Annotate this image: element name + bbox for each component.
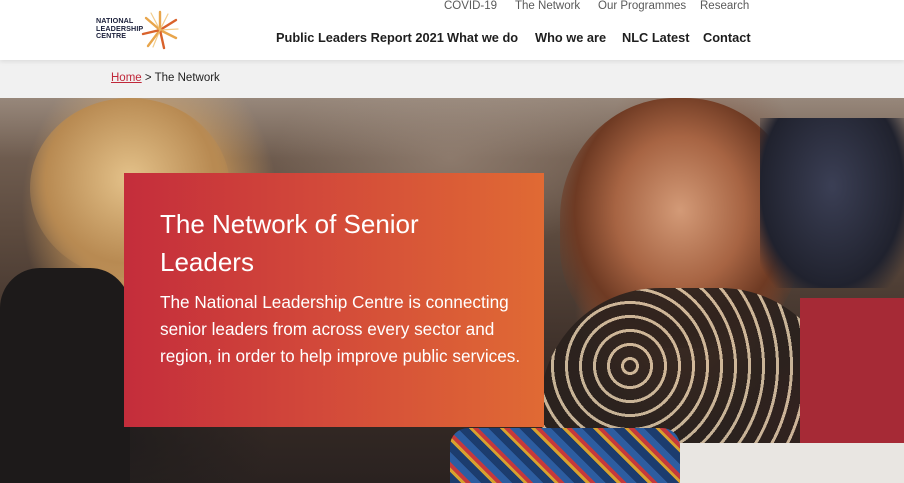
nav-the-network[interactable]: The Network bbox=[515, 0, 580, 12]
site-header: NATIONAL LEADERSHIP CENTRE COVID-19 The … bbox=[0, 0, 904, 60]
nlc-logo[interactable]: NATIONAL LEADERSHIP CENTRE bbox=[96, 10, 182, 52]
logo-wordmark: NATIONAL LEADERSHIP CENTRE bbox=[96, 17, 143, 40]
nav-covid-19[interactable]: COVID-19 bbox=[444, 0, 497, 12]
logo-line-3: CENTRE bbox=[96, 31, 127, 41]
nav-what-we-do[interactable]: What we do bbox=[447, 30, 518, 45]
nav-who-we-are[interactable]: Who we are bbox=[535, 30, 606, 45]
star-logo-icon bbox=[141, 10, 179, 50]
nav-our-programmes[interactable]: Our Programmes bbox=[598, 0, 686, 12]
hero-description: The National Leadership Centre is connec… bbox=[160, 292, 521, 366]
nav-nlc-latest[interactable]: NLC Latest bbox=[622, 30, 690, 45]
breadcrumb: Home > The Network bbox=[111, 72, 220, 84]
nav-contact[interactable]: Contact bbox=[703, 30, 751, 45]
nav-research[interactable]: Research bbox=[700, 0, 749, 12]
breadcrumb-home-link[interactable]: Home bbox=[111, 72, 142, 84]
page-title: The Network of Senior Leaders bbox=[160, 209, 419, 277]
breadcrumb-separator: > bbox=[144, 72, 152, 84]
nav-public-leaders-report[interactable]: Public Leaders Report 2021 bbox=[276, 30, 444, 45]
breadcrumb-current: The Network bbox=[154, 72, 220, 84]
